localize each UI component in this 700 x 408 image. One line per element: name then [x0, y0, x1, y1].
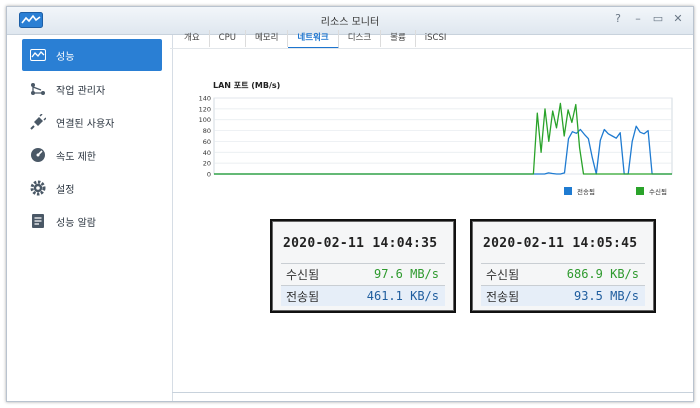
sidebar-item-label: 속도 제한	[56, 151, 96, 163]
sidebar-item-task-manager[interactable]: 작업 관리자	[22, 73, 162, 105]
legend-item-sent: 전송됨	[564, 186, 595, 196]
task-manager-icon	[28, 82, 48, 96]
sidebar-item-label: 성능	[56, 51, 75, 63]
snapshot-panel-2: 2020-02-11 14:05:45 수신됨 686.9 KB/s 전송됨 9…	[470, 219, 656, 313]
snapshot-panel-inner: 2020-02-11 14:04:35 수신됨 97.6 MB/s 전송됨 46…	[272, 221, 454, 311]
legend-item-received: 수신됨	[636, 186, 667, 196]
received-value: 686.9 KB/s	[566, 267, 639, 281]
legend-label-sent: 전송됨	[577, 188, 595, 196]
y-tick-label: 100	[199, 116, 211, 124]
sidebar-item-performance-alarm[interactable]: 성능 알람	[22, 205, 162, 237]
gear-icon	[28, 180, 48, 196]
sidebar-item-performance[interactable]: 성능	[22, 39, 162, 71]
snapshot-panel-1: 2020-02-11 14:04:35 수신됨 97.6 MB/s 전송됨 46…	[270, 219, 456, 313]
tab-divider	[170, 48, 692, 49]
sidebar-item-label: 설정	[56, 184, 75, 196]
footer-divider	[172, 392, 693, 393]
window-title: 리소스 모니터	[320, 17, 380, 28]
maximize-icon[interactable]: ▭	[651, 12, 665, 26]
help-icon[interactable]: ?	[611, 12, 625, 26]
tab-disk[interactable]: 디스크	[339, 30, 382, 47]
snapshot-timestamp: 2020-02-11 14:04:35	[283, 236, 438, 251]
sent-label: 전송됨	[486, 289, 520, 304]
tab-cpu[interactable]: CPU	[210, 30, 246, 47]
plug-icon	[28, 114, 48, 130]
sidebar-item-connected-users[interactable]: 연결된 사용자	[22, 106, 162, 138]
resource-monitor-window: 리소스 모니터 ? – ▭ ✕ 성능 작업 관리자 연결된 사용자 속도 제한 …	[6, 6, 694, 402]
sent-row: 전송됨 93.5 MB/s	[481, 285, 645, 306]
sidebar-item-speed-limit[interactable]: 속도 제한	[22, 139, 162, 171]
y-tick-label: 20	[203, 160, 211, 168]
y-tick-label: 60	[203, 138, 211, 146]
y-tick-label: 80	[203, 127, 211, 135]
received-value: 97.6 MB/s	[373, 267, 439, 281]
sidebar-item-label: 성능 알람	[56, 217, 96, 229]
received-label: 수신됨	[286, 267, 320, 282]
chart-title: LAN 포트 (MB/s)	[213, 81, 281, 90]
tab-overview[interactable]: 개요	[175, 30, 210, 47]
minimize-icon[interactable]: –	[631, 12, 645, 26]
snapshot-panel-inner: 2020-02-11 14:05:45 수신됨 686.9 KB/s 전송됨 9…	[472, 221, 654, 311]
sent-value: 93.5 MB/s	[573, 289, 639, 303]
received-row: 수신됨 686.9 KB/s	[481, 263, 645, 284]
sidebar-item-label: 작업 관리자	[56, 85, 106, 97]
y-tick-label: 40	[203, 149, 211, 157]
legend-label-received: 수신됨	[649, 188, 667, 196]
snapshot-timestamp: 2020-02-11 14:05:45	[483, 236, 638, 251]
y-tick-label: 120	[199, 105, 211, 113]
plot-area	[213, 97, 673, 175]
network-chart: 140 120 100 80 60 40 20 0	[199, 95, 673, 179]
performance-icon	[28, 49, 48, 61]
received-row: 수신됨 97.6 MB/s	[281, 263, 445, 284]
sent-label: 전송됨	[286, 289, 320, 304]
speedometer-icon	[28, 147, 48, 163]
tab-network[interactable]: 네트워크	[288, 30, 339, 49]
y-tick-label: 140	[199, 95, 211, 103]
close-icon[interactable]: ✕	[671, 12, 685, 26]
legend-swatch-received	[636, 187, 644, 195]
received-label: 수신됨	[486, 267, 520, 282]
sent-row: 전송됨 461.1 KB/s	[281, 285, 445, 306]
y-tick-label: 0	[207, 171, 211, 179]
sidebar: 성능 작업 관리자 연결된 사용자 속도 제한 설정 성능 알람	[7, 35, 173, 401]
document-icon	[28, 213, 48, 229]
tab-bar: 개요 CPU 메모리 네트워크 디스크 볼륨 iSCSI	[175, 30, 456, 49]
sidebar-item-settings[interactable]: 설정	[22, 172, 162, 204]
legend-swatch-sent	[564, 187, 572, 195]
tab-iscsi[interactable]: iSCSI	[416, 30, 456, 47]
sent-value: 461.1 KB/s	[366, 289, 439, 303]
sidebar-item-label: 연결된 사용자	[56, 118, 115, 130]
tab-memory[interactable]: 메모리	[246, 30, 289, 47]
tab-volume[interactable]: 볼륨	[381, 30, 416, 47]
